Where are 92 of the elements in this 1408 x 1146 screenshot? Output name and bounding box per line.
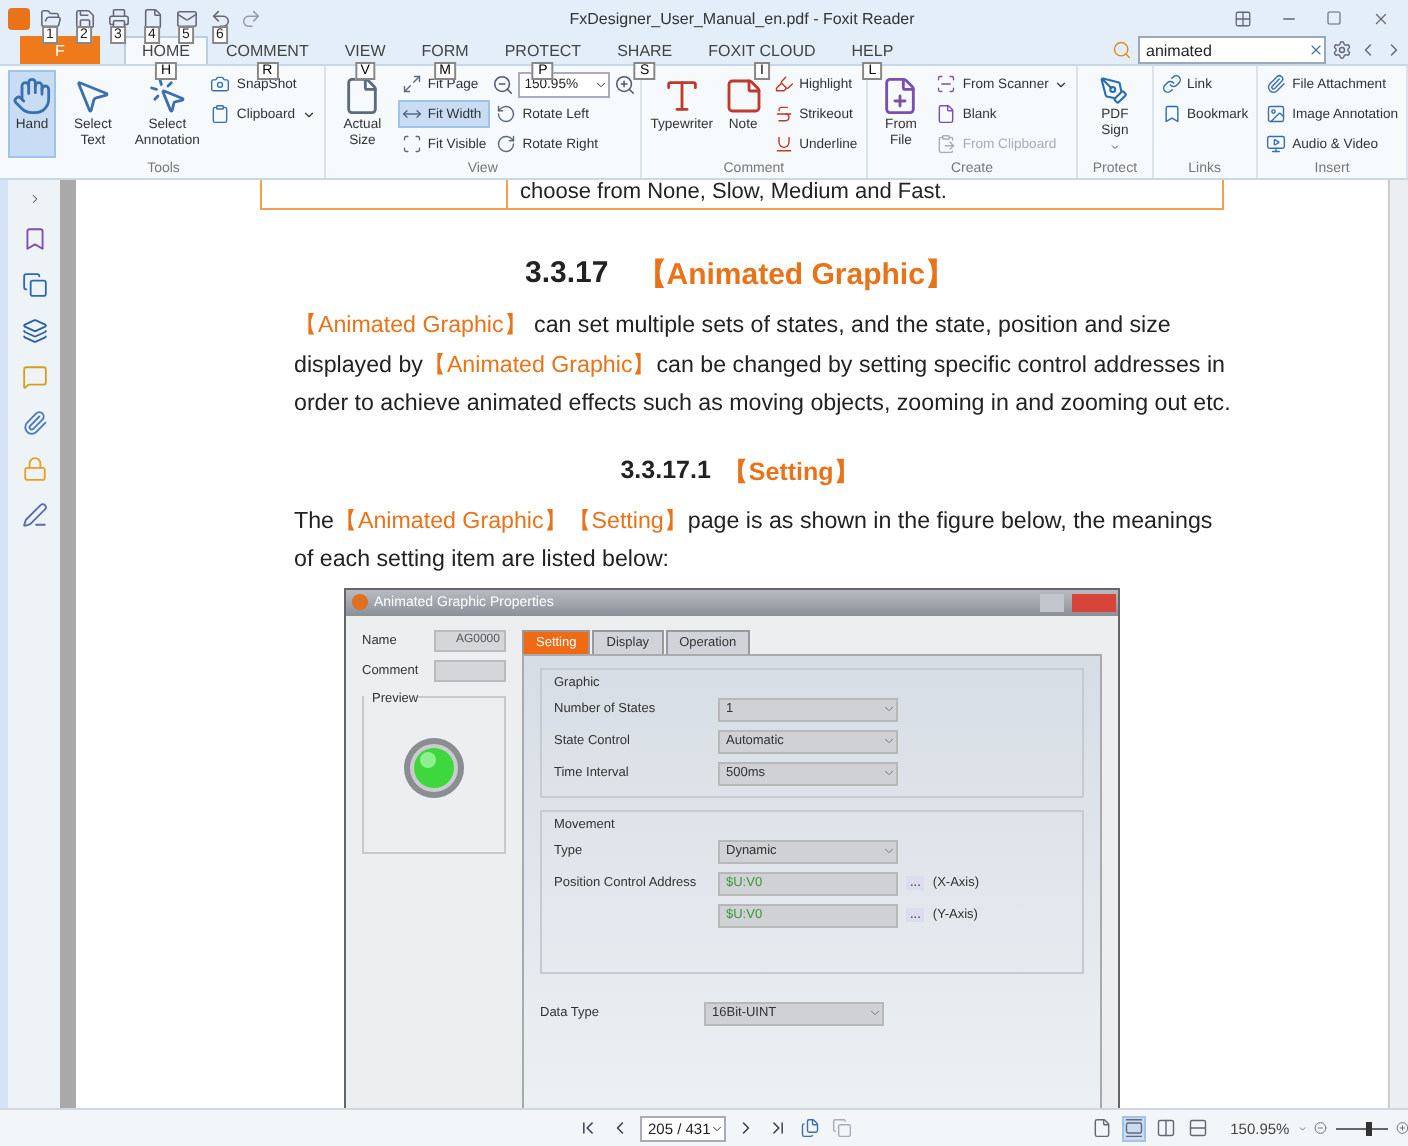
section-title: 【Animated Graphic】 bbox=[636, 256, 955, 294]
single-page-icon bbox=[1092, 1118, 1113, 1138]
underline-icon bbox=[773, 134, 794, 154]
ribbon-tab[interactable]: HELP bbox=[833, 36, 912, 64]
horizontal-arrows-icon bbox=[401, 104, 422, 124]
bookmark-icon bbox=[1161, 104, 1181, 124]
app-icon bbox=[8, 7, 30, 29]
table-cell-text: choose from None, Slow, Medium and Fast. bbox=[518, 180, 947, 208]
signature-icon[interactable] bbox=[21, 502, 47, 528]
ribbon-tab[interactable]: VIEW bbox=[326, 36, 404, 64]
layers-icon[interactable] bbox=[21, 318, 47, 344]
grid-icon bbox=[1233, 9, 1251, 27]
view-mode-button[interactable] bbox=[1122, 1115, 1147, 1141]
paragraph: 【Animated Graphic】 can set multiple sets of states, and the state, position and size displayed by【Animated Graphic】can be changed by setting specific control addresses in order to achieve animated effects such as moving objects, zooming in and zooming out etc. bbox=[294, 310, 1233, 420]
highlighter-icon bbox=[773, 74, 794, 94]
continuous-page-icon bbox=[1124, 1118, 1145, 1138]
lamp-icon bbox=[404, 737, 464, 797]
paperclip-icon bbox=[1266, 74, 1287, 94]
two-page-scroll-icon bbox=[1188, 1118, 1209, 1138]
pages-button[interactable] bbox=[798, 1115, 823, 1141]
ribbon-tab[interactable]: FOXIT CLOUD bbox=[690, 36, 834, 64]
note-icon bbox=[723, 76, 764, 116]
zoom-in-icon[interactable] bbox=[1395, 1118, 1408, 1138]
ribbon-tab[interactable]: PROTECT bbox=[486, 36, 600, 64]
video-icon bbox=[1266, 134, 1287, 154]
caret-icon bbox=[882, 766, 896, 780]
zoom-out-icon[interactable] bbox=[1314, 1118, 1328, 1138]
toolbar-button[interactable] bbox=[70, 4, 98, 32]
expand-icon[interactable] bbox=[27, 192, 41, 206]
scanner-icon bbox=[936, 74, 957, 94]
printer-icon bbox=[107, 7, 129, 29]
search-icon bbox=[1112, 40, 1132, 60]
last-page-icon bbox=[768, 1118, 789, 1138]
caret-icon bbox=[882, 734, 896, 748]
view-mode-button[interactable] bbox=[1154, 1115, 1179, 1141]
caret-icon bbox=[868, 1006, 882, 1020]
section-number: 3.3.17.1 bbox=[620, 455, 711, 487]
paperclip-icon[interactable] bbox=[21, 410, 47, 436]
search-field[interactable]: animated bbox=[1138, 36, 1326, 64]
undo-icon bbox=[209, 7, 231, 29]
paragraph: The【Animated Graphic】【Setting】page is as shown in the figure below, the meanings of each setting item are listed below: bbox=[294, 505, 1215, 576]
image-icon bbox=[1266, 104, 1287, 124]
window-title: FxDesigner_User_Manual_en.pdf - Foxit Reader bbox=[567, 9, 917, 27]
clipboard-icon bbox=[936, 134, 957, 154]
page-icon bbox=[342, 76, 383, 116]
camera-icon bbox=[210, 74, 231, 94]
pages-icon bbox=[832, 1118, 853, 1138]
search-value: animated bbox=[1144, 41, 1214, 59]
section-title: 【Setting】 bbox=[722, 455, 860, 489]
pages-icon[interactable] bbox=[21, 272, 47, 298]
strikethrough-icon bbox=[773, 104, 794, 124]
page-icon bbox=[141, 7, 163, 29]
pages-icon bbox=[800, 1118, 821, 1138]
scrollbar[interactable] bbox=[1388, 180, 1408, 1108]
mail-icon bbox=[175, 7, 197, 29]
caret-icon bbox=[882, 702, 896, 716]
zoom-in-icon[interactable] bbox=[614, 73, 637, 95]
cursor-icon bbox=[72, 76, 113, 116]
ribbon-tab[interactable]: HOME bbox=[124, 36, 208, 64]
expand-icon bbox=[401, 74, 422, 94]
blank-page-icon bbox=[936, 104, 957, 124]
hand-icon bbox=[12, 76, 52, 116]
clipboard-icon bbox=[210, 104, 231, 124]
bookmark-icon[interactable] bbox=[21, 226, 47, 252]
section-number: 3.3.17 bbox=[525, 256, 609, 294]
ribbon-tab[interactable]: SHARE bbox=[599, 36, 691, 64]
rotate-left-icon bbox=[496, 104, 517, 124]
maximize-icon bbox=[1326, 10, 1342, 26]
close-icon bbox=[1371, 9, 1389, 27]
typewriter-icon bbox=[661, 76, 702, 116]
file-plus-icon bbox=[880, 76, 921, 116]
rotate-right-icon bbox=[496, 134, 517, 154]
comment-field bbox=[434, 659, 506, 681]
save-icon bbox=[73, 7, 95, 29]
folder-icon bbox=[39, 7, 61, 29]
caret-icon bbox=[882, 844, 896, 858]
view-mode-button[interactable] bbox=[1186, 1115, 1211, 1141]
caret-icon bbox=[710, 1121, 725, 1135]
first-page-icon bbox=[578, 1118, 598, 1138]
cursor-click-icon bbox=[147, 76, 188, 116]
two-page-icon bbox=[1156, 1118, 1177, 1138]
clear-icon[interactable] bbox=[1308, 42, 1324, 58]
toolbar-button[interactable] bbox=[104, 4, 132, 32]
ribbon-tab[interactable]: FORM bbox=[403, 36, 487, 64]
settings-icon[interactable] bbox=[1332, 40, 1352, 60]
zoom-out-icon[interactable] bbox=[492, 73, 515, 95]
slider-thumb[interactable] bbox=[1366, 1121, 1373, 1135]
app-icon bbox=[352, 594, 368, 610]
view-mode-button[interactable] bbox=[1090, 1115, 1115, 1141]
caret-icon bbox=[594, 77, 609, 91]
frame-icon bbox=[401, 134, 422, 154]
link-icon bbox=[1161, 74, 1181, 94]
